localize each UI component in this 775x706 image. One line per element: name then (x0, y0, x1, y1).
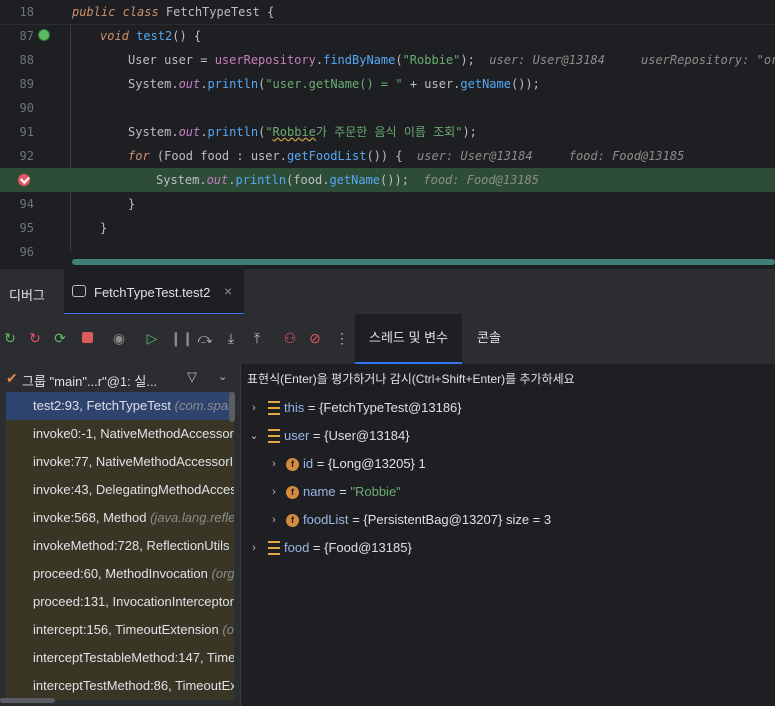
code-row-87: 87 void test2() { (0, 24, 775, 48)
line-number: 88 (19, 53, 34, 67)
code-row-95: 95 } (0, 216, 775, 240)
sticky-class-header: 18 public class FetchTypeTest { (0, 0, 775, 25)
toolwindow-title: 디버그 (9, 288, 45, 303)
frames-panel: ✔ 그룹 "main"...r"@1: 실... ▽ ⌄ test2:93, F… (0, 364, 240, 706)
chevron-right-icon[interactable]: › (268, 506, 280, 534)
code-row-90: 90 (0, 96, 775, 120)
debug-toolwindow-header: 디버그 FetchTypeTest.test2 × (0, 268, 775, 315)
thread-label: 그룹 "main"...r"@1: 실... (22, 374, 158, 389)
code-line-95: } (100, 221, 108, 235)
thread-selector[interactable]: ✔ 그룹 "main"...r"@1: 실... ▽ ⌄ (0, 364, 240, 392)
view-breakpoints-icon[interactable]: ◉ (111, 330, 127, 346)
breakpoint-icon[interactable] (18, 174, 30, 186)
code-line-93: System.out.println(food.getName()); food… (156, 173, 539, 187)
debug-session-icon (72, 285, 86, 297)
inline-debug-hint: food: Food@13185 (423, 173, 539, 187)
debug-toolbar: ↻ ↻ ⟳ ◉ ▷ ❙❙ ⤼ ⤓ ⤒ ⚇ ⊘ ⋮ 스레드 및 변수 콘솔 (0, 314, 775, 364)
stop-icon[interactable] (79, 330, 95, 346)
code-row-88: 88 User user = userRepository.findByName… (0, 48, 775, 72)
inline-debug-hint: user: User@13184 food: Food@13185 (417, 149, 685, 163)
code-line-87: void test2() { (100, 29, 202, 43)
object-icon (268, 429, 280, 443)
step-into-icon[interactable]: ⤓ (223, 330, 239, 346)
line-number: 96 (19, 245, 34, 259)
panel-divider[interactable] (240, 364, 241, 706)
code-line-89: System.out.println("user.getName() = " +… (128, 77, 540, 91)
frame-item[interactable]: test2:93, FetchTypeTest (com.sparta (6, 392, 234, 420)
code-row-89: 89 System.out.println("user.getName() = … (0, 72, 775, 96)
line-number: 94 (19, 197, 34, 211)
chevron-right-icon[interactable]: › (268, 478, 280, 506)
more-options-icon[interactable]: ⋮ (334, 330, 350, 346)
frame-item[interactable]: interceptTestMethod:86, TimeoutEx (6, 672, 234, 700)
line-number: 91 (19, 125, 34, 139)
resume-icon[interactable]: ▷ (144, 330, 160, 346)
line-number: 87 (19, 29, 34, 43)
tab-debug-session[interactable]: FetchTypeTest.test2 × (64, 269, 244, 315)
line-number: 18 (19, 5, 34, 19)
chevron-right-icon[interactable]: › (268, 450, 280, 478)
frame-item[interactable]: invoke:568, Method (java.lang.reflec (6, 504, 234, 532)
code-editor[interactable]: 18 public class FetchTypeTest { 87 void … (0, 0, 775, 268)
code-line-91: System.out.println("Robbie가 주문한 음식 이름 조회… (128, 125, 477, 139)
pause-icon[interactable]: ❙❙ (170, 330, 193, 346)
chevron-right-icon[interactable]: › (248, 394, 260, 422)
mute-breakpoints-icon[interactable]: ⊘ (307, 330, 323, 346)
close-icon[interactable]: × (224, 283, 232, 299)
run-test-icon[interactable] (38, 29, 50, 41)
rerun-failed-icon[interactable]: ↻ (27, 330, 43, 346)
object-icon (268, 401, 280, 415)
editor-horizontal-scrollbar[interactable] (72, 259, 775, 265)
inline-debug-hint: user: User@13184 userRepository: "org.s (489, 53, 775, 67)
frame-item[interactable]: invoke:43, DelegatingMethodAccess (6, 476, 234, 504)
evaluate-expression-field[interactable]: 표현식(Enter)을 평가하거나 감시(Ctrl+Shift+Enter)를 … (247, 370, 575, 387)
frame-item[interactable]: proceed:60, MethodInvocation (org.ju (6, 560, 234, 588)
step-over-icon[interactable]: ⤼ (197, 330, 213, 346)
code-row-92: 92 for (Food food : user.getFoodList()) … (0, 144, 775, 168)
frame-item[interactable]: proceed:131, InvocationInterceptorC (6, 588, 234, 616)
filter-icon[interactable]: ▽ (187, 369, 197, 385)
thread-status-icon: ✔ (6, 370, 18, 386)
step-out-icon[interactable]: ⤒ (249, 330, 265, 346)
frame-item[interactable]: invokeMethod:728, ReflectionUtils (o (6, 532, 234, 560)
toggle-breakpoint-icon[interactable]: ⚇ (282, 330, 298, 346)
rerun-automatically-icon[interactable]: ⟳ (52, 330, 68, 346)
chevron-down-icon[interactable]: ⌄ (248, 422, 260, 450)
chevron-down-icon[interactable]: ⌄ (218, 370, 227, 383)
code-row-94: 94 } (0, 192, 775, 216)
field-icon: f (286, 514, 299, 527)
frame-item[interactable]: interceptTestableMethod:147, Timeo (6, 644, 234, 672)
line-number: 92 (19, 149, 34, 163)
tab-console[interactable]: 콘솔 (463, 314, 515, 362)
tab-threads-variables[interactable]: 스레드 및 변수 (355, 314, 462, 364)
code-line-88: User user = userRepository.findByName("R… (128, 48, 775, 72)
debug-session-label: FetchTypeTest.test2 (94, 285, 211, 300)
frame-item[interactable]: invoke:77, NativeMethodAccessorIm (6, 448, 234, 476)
line-number: 95 (19, 221, 34, 235)
frames-vertical-scrollbar[interactable] (229, 392, 235, 422)
object-icon (268, 541, 280, 555)
current-execution-line: System.out.println(food.getName()); food… (0, 168, 775, 192)
field-icon: f (286, 486, 299, 499)
line-number: 89 (19, 77, 34, 91)
code-row-91: 91 System.out.println("Robbie가 주문한 음식 이름… (0, 120, 775, 144)
frames-horizontal-scrollbar[interactable] (0, 698, 55, 703)
code-line-18: public class FetchTypeTest { (72, 5, 275, 19)
frame-item[interactable]: intercept:156, TimeoutExtension (or (6, 616, 234, 644)
variables-panel: 표현식(Enter)을 평가하거나 감시(Ctrl+Shift+Enter)를 … (240, 364, 775, 706)
line-number: 90 (19, 101, 34, 115)
code-line-94: } (128, 197, 136, 211)
frame-item[interactable]: invoke0:-1, NativeMethodAccessorIm (6, 420, 234, 448)
code-line-92: for (Food food : user.getFoodList()) { u… (128, 149, 685, 163)
field-icon: f (286, 458, 299, 471)
chevron-right-icon[interactable]: › (248, 534, 260, 562)
rerun-icon[interactable]: ↻ (2, 330, 18, 346)
